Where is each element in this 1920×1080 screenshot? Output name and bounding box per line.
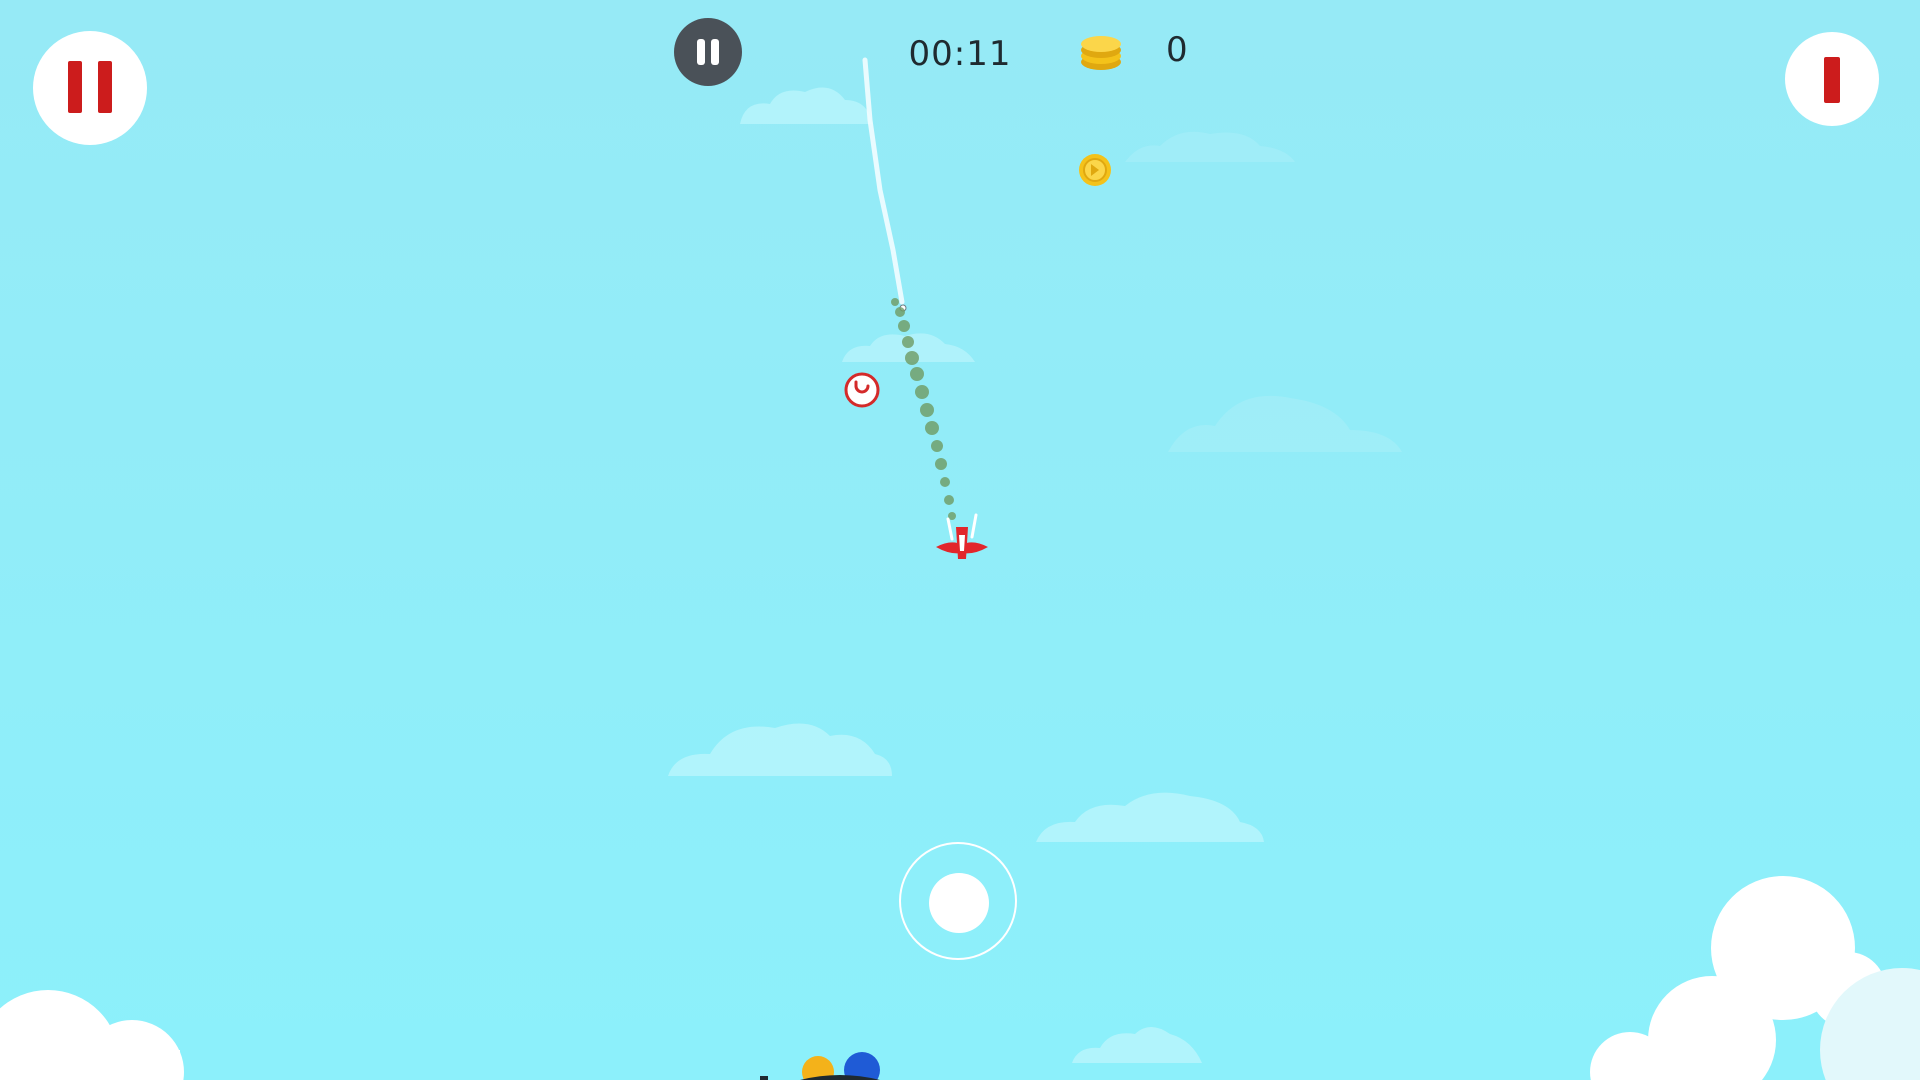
coin-count: 0 <box>1166 30 1188 70</box>
magnet-powerup-icon <box>844 372 880 408</box>
timer-display: 00:11 <box>908 34 1012 74</box>
pause-button[interactable] <box>33 31 147 145</box>
alert-button[interactable] <box>1785 32 1879 126</box>
coin-icon <box>1079 154 1111 186</box>
joystick-knob[interactable] <box>929 873 989 933</box>
coin-stack-icon <box>1081 36 1121 70</box>
game-scene[interactable]: 00:11 0 <box>0 0 1920 1080</box>
pause-button-center[interactable] <box>674 18 742 86</box>
